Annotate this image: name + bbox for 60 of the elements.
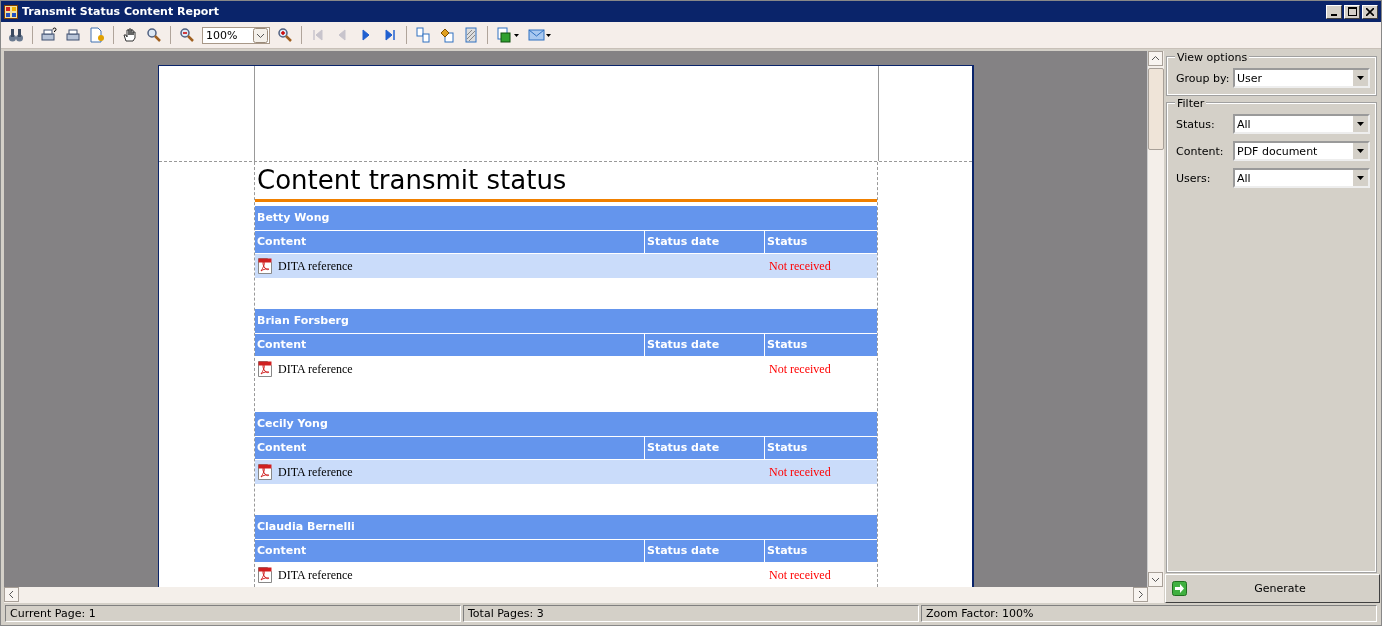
file-name: DITA reference (278, 258, 353, 274)
field-label: Users: (1176, 171, 1212, 185)
maximize-icon (1347, 7, 1357, 16)
pdf-file-icon (258, 361, 272, 377)
group-header: Cecily Yong (255, 412, 877, 437)
horizontal-scrollbar[interactable] (4, 587, 1164, 603)
scroll-up-icon[interactable] (1148, 51, 1163, 66)
minimize-icon (1331, 13, 1337, 16)
group-title: View options (1175, 51, 1250, 64)
table-cell-text: Not received (768, 566, 832, 584)
column-header: Status (766, 543, 809, 559)
group-header: Brian Forsberg (255, 309, 877, 334)
report-title: Content transmit status (255, 162, 877, 202)
table-cell: Not received (767, 254, 877, 278)
pdf-file-icon (258, 464, 272, 480)
table-cell-text: Not received (768, 360, 832, 378)
close-icon (1366, 7, 1374, 16)
arrow-icon (1172, 581, 1187, 596)
group-header: Betty Wong (255, 206, 877, 231)
window-title: Transmit Status Content Report (22, 5, 221, 18)
app-icon (4, 4, 18, 19)
field-label: Content: (1176, 144, 1225, 158)
status-panel: Current Page: 1 (5, 605, 461, 622)
scroll-down-icon[interactable] (1148, 572, 1163, 587)
group-title: Filter (1175, 97, 1207, 110)
column-header: Content (255, 540, 645, 562)
file-name: DITA reference (278, 361, 353, 377)
scroll-thumb[interactable] (1148, 68, 1164, 150)
column-header: Content (255, 437, 645, 459)
table-cell: Not received (767, 460, 877, 484)
scroll-left-icon[interactable] (4, 587, 19, 602)
column-header: Status date (645, 540, 765, 562)
generate-button[interactable]: Generate (1165, 574, 1380, 603)
column-header: Status date (645, 437, 765, 459)
file-name: DITA reference (278, 464, 353, 480)
dropdown[interactable]: User (1233, 68, 1370, 88)
dropdown[interactable]: All (1233, 168, 1370, 188)
zoom-dropdown[interactable]: 100% (202, 26, 270, 44)
minimize-button[interactable] (1326, 4, 1342, 19)
column-header: Content (255, 334, 645, 356)
file-name: DITA reference (278, 567, 353, 583)
column-header: Status (766, 337, 809, 353)
column-header: Status (766, 440, 809, 456)
column-header: Content (255, 231, 645, 253)
group-header: Claudia Bernelli (255, 515, 877, 540)
column-header: Status date (645, 231, 765, 253)
field-label: Group by: (1176, 71, 1231, 85)
vertical-scrollbar[interactable] (1147, 51, 1164, 587)
scroll-right-icon[interactable] (1133, 587, 1148, 602)
maximize-button[interactable] (1344, 4, 1360, 19)
dropdown[interactable]: All (1233, 114, 1370, 134)
close-button[interactable] (1362, 4, 1378, 19)
pdf-file-icon (258, 258, 272, 274)
column-header: Status (766, 234, 809, 250)
dropdown[interactable]: PDF document (1233, 141, 1370, 161)
pdf-file-icon (258, 567, 272, 583)
field-label: Status: (1176, 117, 1216, 131)
status-panel: Zoom Factor: 100% (921, 605, 1377, 622)
column-header: Status date (645, 334, 765, 356)
status-panel: Total Pages: 3 (463, 605, 919, 622)
